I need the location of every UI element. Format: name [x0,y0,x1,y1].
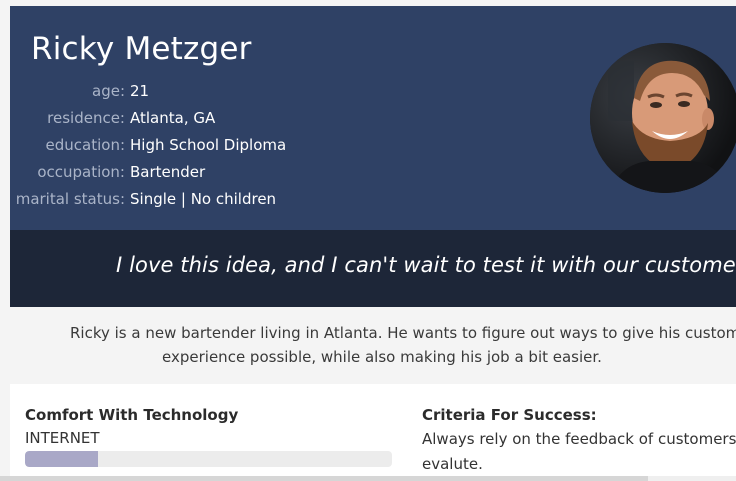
fact-row-age: age: 21 [10,78,570,105]
fact-row-education: education: High School Diploma [10,132,570,159]
persona-header: Ricky Metzger age: 21 residence: Atlanta… [10,6,736,230]
fact-row-marital-status: marital status: Single | No children [10,186,570,213]
avatar-portrait [590,43,736,193]
fact-value: High School Diploma [130,136,287,154]
fact-value: Bartender [130,163,206,181]
fact-label: age: [92,82,125,100]
criteria-for-success-text: Always rely on the feedback of customers… [422,427,736,477]
fact-label: education: [45,136,125,154]
horizontal-scrollbar-thumb[interactable] [0,476,648,481]
summary-line-1: Ricky is a new bartender living in Atlan… [70,324,736,342]
fact-label: residence: [47,109,125,127]
left-margin [0,0,10,481]
criteria-for-success-title: Criteria For Success: [422,406,597,424]
fact-value: Single | No children [130,190,277,208]
criteria-line-2: evalute. [422,455,483,473]
persona-quote: I love this idea, and I can't wait to te… [116,253,736,277]
internet-comfort-bar [25,451,392,467]
persona-page: Ricky Metzger age: 21 residence: Atlanta… [0,0,736,481]
criteria-line-1: Always rely on the feedback of customers… [422,430,736,448]
fact-label: occupation: [37,163,125,181]
metric-label-internet: INTERNET [25,429,100,447]
summary-line-2: experience possible, while also making h… [162,348,602,366]
fact-value: Atlanta, GA [130,109,216,127]
persona-summary: Ricky is a new bartender living in Atlan… [10,321,736,369]
fact-row-residence: residence: Atlanta, GA [10,105,570,132]
quote-banner: I love this idea, and I can't wait to te… [10,230,736,307]
internet-comfort-fill [25,451,99,467]
avatar [590,43,736,193]
fact-label: marital status: [15,190,125,208]
summary-section: Ricky is a new bartender living in Atlan… [10,307,736,384]
comfort-with-technology-title: Comfort With Technology [25,406,239,424]
fact-value: 21 [130,82,150,100]
persona-name: Ricky Metzger [31,31,252,67]
persona-facts: age: 21 residence: Atlanta, GA education… [10,78,570,213]
fact-row-occupation: occupation: Bartender [10,159,570,186]
